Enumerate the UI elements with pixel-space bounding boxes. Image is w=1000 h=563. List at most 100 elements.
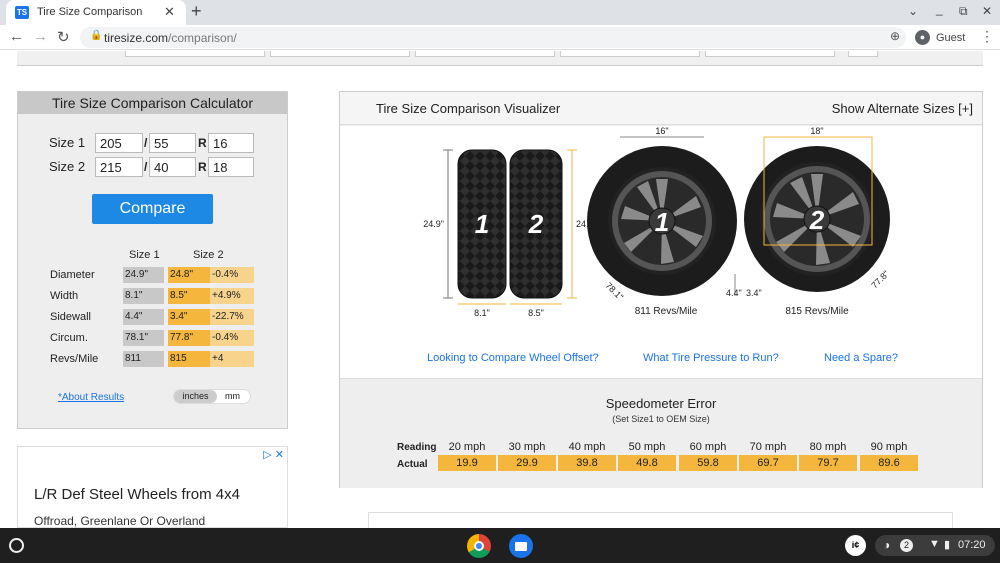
difference-value: +4.9% (210, 288, 254, 304)
wheel2-number: 2 (809, 205, 825, 235)
size2-value: 8.5" (168, 288, 210, 304)
difference-value: -22.7% (210, 309, 254, 325)
rim-separator: R (198, 136, 207, 150)
notification-count-badge: 2 (900, 539, 913, 552)
unit-inches-option[interactable]: inches (174, 390, 217, 403)
comparison-visualizer: Tire Size Comparison Visualizer Show Alt… (339, 91, 983, 488)
size2-aspect-input[interactable]: 40 (149, 157, 196, 177)
actual-value: 29.9 (498, 455, 556, 471)
size2-value: 3.4" (168, 309, 210, 325)
col-header-size1: Size 1 (129, 249, 160, 261)
rim-separator: R (198, 160, 207, 174)
show-alternate-sizes-link[interactable]: Show Alternate Sizes [+] (832, 101, 973, 116)
do-not-disturb-icon: ◑ (883, 538, 891, 552)
wheel2-side-view: 2 18" 3.4" 77.8" 815 Revs/Mile (744, 126, 891, 317)
close-window-button[interactable]: ✕ (982, 4, 992, 18)
need-a-spare-link[interactable]: Need a Spare? (824, 352, 898, 364)
comparison-calculator: Tire Size Comparison Calculator Size 1 2… (17, 91, 288, 429)
reading-value: 20 mph (448, 441, 486, 453)
ime-icon[interactable]: i¢ (845, 535, 866, 556)
row-label: Sidewall (50, 311, 91, 323)
size1-label: Size 1 (49, 135, 86, 150)
reload-icon[interactable]: ↻ (57, 28, 70, 46)
actual-value: 19.9 (438, 455, 496, 471)
row-label: Width (50, 290, 79, 302)
back-arrow-icon[interactable]: ← (9, 28, 24, 45)
restore-button[interactable]: ⧉ (959, 4, 968, 19)
next-section-card (368, 512, 953, 528)
wheel2-revs-label: 815 Revs/Mile (785, 306, 849, 317)
address-bar[interactable]: 🔒 tiresize.com/comparison/ ⊕ (80, 27, 906, 48)
new-tab-button[interactable]: + (191, 1, 202, 22)
wheel1-sidewall-label: 4.4" (726, 288, 742, 298)
speedometer-title: Speedometer Error (605, 396, 717, 411)
reading-value: 40 mph (568, 441, 606, 453)
calculator-title: Tire Size Comparison Calculator (18, 92, 287, 114)
tire1-number: 1 (475, 209, 489, 239)
nav-tab[interactable] (560, 51, 700, 57)
nav-tab[interactable] (125, 51, 265, 57)
unit-toggle[interactable]: inches mm (173, 389, 251, 404)
wheel2-rim-label: 18" (810, 126, 823, 136)
col-header-size2: Size 2 (193, 249, 224, 261)
about-results-link[interactable]: *About Results (58, 392, 124, 403)
unit-mm-option[interactable]: mm (225, 391, 240, 401)
clock: 07:20 (958, 539, 986, 551)
size2-value: 815 (168, 351, 210, 367)
close-tab-icon[interactable]: ✕ (164, 4, 175, 20)
profile-button[interactable]: ● Guest (911, 27, 971, 48)
size2-label: Size 2 (49, 159, 86, 174)
reading-value: 80 mph (809, 441, 847, 453)
actual-value: 49.8 (618, 455, 676, 471)
chrome-app-icon[interactable] (467, 534, 491, 558)
tire-pressure-link[interactable]: What Tire Pressure to Run? (643, 352, 779, 364)
files-app-icon[interactable] (509, 534, 533, 558)
size1-value: 24.9" (123, 267, 164, 283)
actual-value: 39.8 (558, 455, 616, 471)
minimize-button[interactable]: _ (936, 2, 943, 16)
wifi-icon: ▼ (929, 538, 940, 550)
size2-width-input[interactable]: 215 (95, 157, 143, 177)
wheel1-number: 1 (655, 207, 669, 237)
advertisement[interactable]: ▷ ✕ L/R Def Steel Wheels from 4x4 Offroa… (17, 446, 288, 528)
reading-value: 90 mph (870, 441, 908, 453)
menu-kebab-icon[interactable]: ⋮ (980, 28, 994, 45)
size1-aspect-input[interactable]: 55 (149, 133, 196, 153)
browser-toolbar: ← → ↻ 🔒 tiresize.com/comparison/ ⊕ ● Gue… (0, 25, 1000, 50)
wheel1-revs-label: 811 Revs/Mile (635, 306, 698, 317)
ad-subline[interactable]: Offroad, Greenlane Or Overland (34, 514, 205, 528)
ad-headline[interactable]: L/R Def Steel Wheels from 4x4 (34, 486, 240, 503)
nav-tab[interactable] (415, 51, 555, 57)
actual-value: 59.8 (679, 455, 737, 471)
nav-tab[interactable] (848, 51, 878, 57)
size1-rim-input[interactable]: 16 (208, 133, 254, 153)
actual-value: 69.7 (739, 455, 797, 471)
reading-value: 60 mph (689, 441, 727, 453)
tab-search-icon[interactable]: ⌄ (908, 4, 918, 18)
profile-label: Guest (936, 32, 966, 44)
lock-icon: 🔒 (90, 30, 103, 41)
tire2-width-label: 8.5" (528, 308, 544, 318)
actual-value: 79.7 (799, 455, 857, 471)
difference-value: +4 (210, 351, 254, 367)
status-tray[interactable]: ◑ 2 ▼ ▮ 07:20 (875, 535, 995, 556)
actual-label: Actual (397, 459, 428, 470)
avatar-icon: ● (915, 30, 930, 45)
row-label: Circum. (50, 332, 88, 344)
launcher-icon[interactable] (9, 538, 24, 553)
forward-arrow-icon[interactable]: → (33, 28, 48, 45)
compare-wheel-offset-link[interactable]: Looking to Compare Wheel Offset? (427, 352, 599, 364)
tire2-tread-view: 2 24.8" 8.5" (509, 149, 597, 318)
slash-separator: / (144, 160, 148, 174)
browser-tab[interactable]: TS Tire Size Comparison ✕ (6, 0, 186, 25)
compare-button[interactable]: Compare (92, 194, 213, 224)
speedometer-subtitle: (Set Size1 to OEM Size) (612, 414, 710, 424)
ad-choices-icon[interactable]: ▷ ✕ (263, 448, 284, 461)
nav-tab[interactable] (705, 51, 835, 57)
nav-tab[interactable] (270, 51, 410, 57)
favicon-icon: TS (15, 6, 29, 19)
zoom-icon[interactable]: ⊕ (890, 29, 900, 43)
size1-width-input[interactable]: 205 (95, 133, 143, 153)
size2-rim-input[interactable]: 18 (208, 157, 254, 177)
tire1-diameter-label: 24.9" (423, 219, 444, 229)
